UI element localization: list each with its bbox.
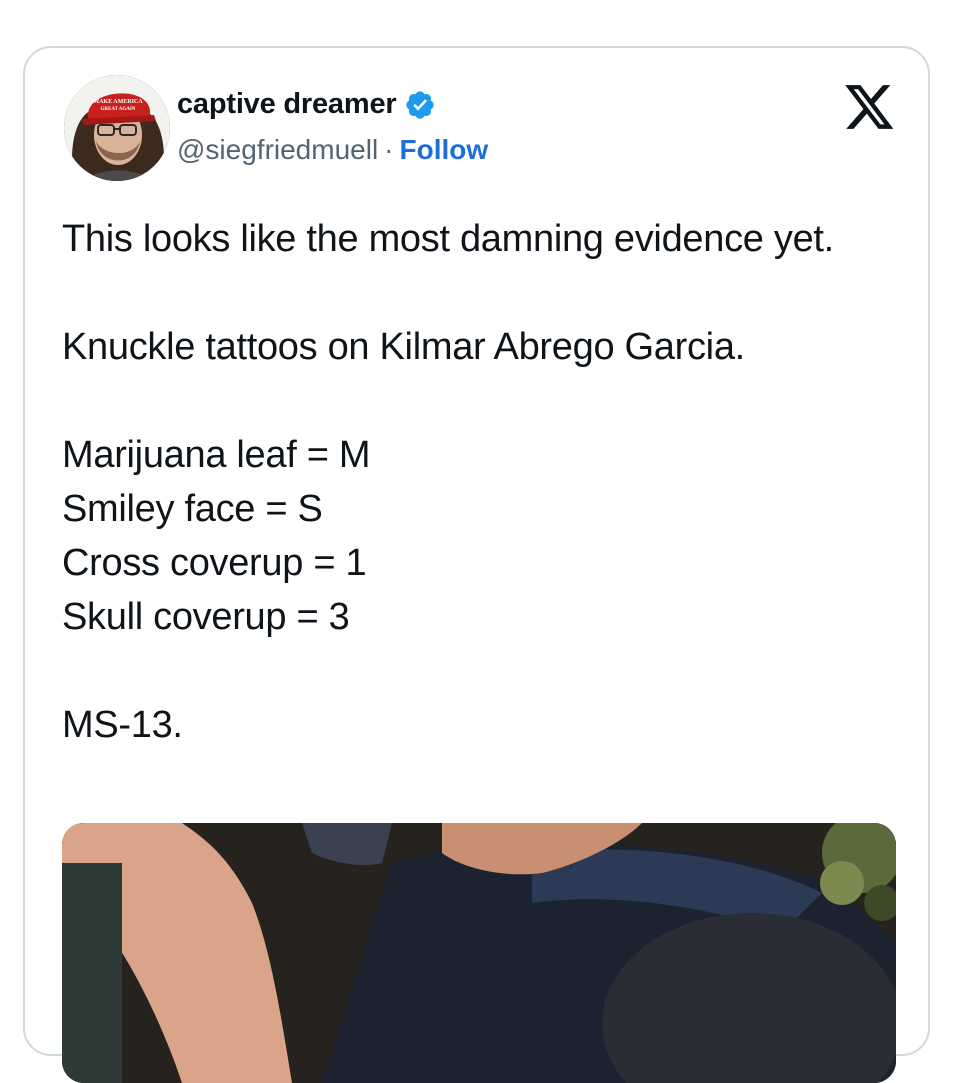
tweet-text: This looks like the most damning evidenc… xyxy=(62,212,902,752)
tweet-paragraph: Knuckle tattoos on Kilmar Abrego Garcia. xyxy=(62,326,745,368)
author-handle-row: @siegfriedmuell · Follow xyxy=(177,134,488,166)
tweet-photo-image xyxy=(62,823,896,1083)
avatar-image: MAKE AMERICA GREAT AGAIN xyxy=(64,75,170,181)
tweet-card[interactable]: MAKE AMERICA GREAT AGAIN captive dreamer… xyxy=(23,46,930,1083)
avatar[interactable]: MAKE AMERICA GREAT AGAIN xyxy=(64,75,170,181)
tweet-paragraph: Marijuana leaf = M Smiley face = S Cross… xyxy=(62,434,371,638)
author-name-row: captive dreamer xyxy=(177,88,436,121)
tweet-paragraph: MS-13. xyxy=(62,704,183,746)
svg-text:GREAT AGAIN: GREAT AGAIN xyxy=(101,107,136,112)
separator-dot: · xyxy=(384,134,394,165)
x-logo-icon[interactable] xyxy=(845,85,895,131)
author-handle[interactable]: @siegfriedmuell xyxy=(177,134,378,165)
tweet-paragraph: This looks like the most damning evidenc… xyxy=(62,218,834,260)
tweet-media-photo[interactable] xyxy=(62,823,896,1083)
avatar-hat-text: MAKE AMERICA xyxy=(93,99,143,105)
verified-badge-icon xyxy=(404,89,436,121)
follow-link[interactable]: Follow xyxy=(400,134,489,165)
author-display-name[interactable]: captive dreamer xyxy=(177,88,397,121)
